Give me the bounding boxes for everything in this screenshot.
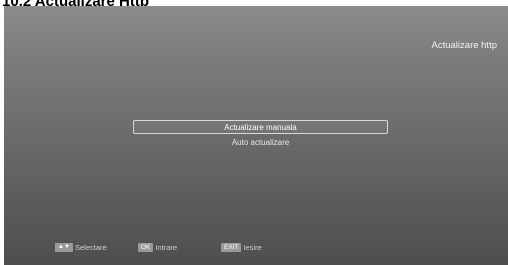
- menu-item-manual-update[interactable]: Actualizare manuala: [133, 120, 388, 134]
- up-down-arrows-icon: ▲▼: [55, 242, 73, 252]
- menu-item-auto-update[interactable]: Auto actualizare: [133, 136, 388, 150]
- hint-exit: EXIT Iesire: [221, 240, 262, 254]
- tv-menu-screen: Actualizare http Actualizare manuala Aut…: [4, 6, 508, 265]
- hint-ok: OK Intrare: [138, 240, 177, 254]
- key-hints-bar: ▲▼ Selectare OK Intrare EXIT Iesire: [4, 240, 508, 254]
- ok-key-badge: OK: [138, 242, 154, 252]
- hint-exit-label: Iesire: [243, 242, 262, 252]
- screen-title: Actualizare http: [431, 40, 497, 51]
- exit-key-badge: EXIT: [221, 242, 242, 252]
- update-menu: Actualizare manuala Auto actualizare: [133, 120, 388, 152]
- hint-select: ▲▼ Selectare: [55, 240, 107, 254]
- hint-select-label: Selectare: [75, 242, 107, 252]
- hint-ok-label: Intrare: [155, 242, 178, 252]
